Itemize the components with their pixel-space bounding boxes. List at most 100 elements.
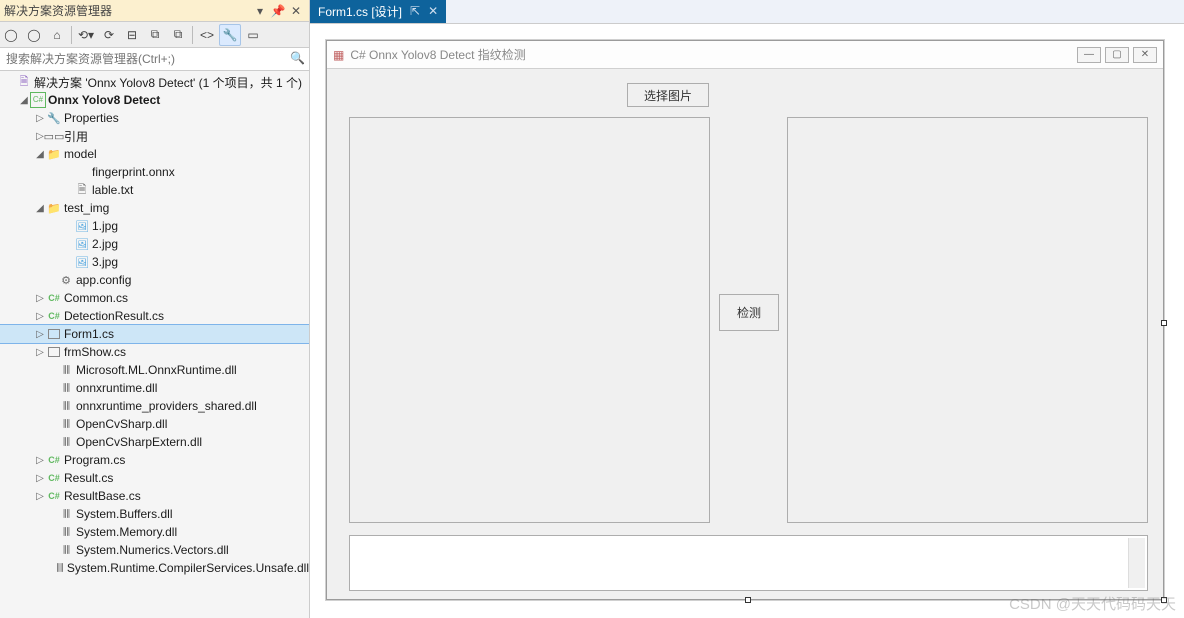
chevron-right-icon[interactable]: ▷ — [34, 311, 46, 322]
separator — [192, 26, 193, 44]
folder-icon: 📁 — [46, 200, 62, 216]
minimize-button[interactable]: — — [1077, 47, 1101, 63]
chevron-down-icon[interactable]: ◢ — [18, 95, 30, 106]
dll-icon: ∥∥ — [58, 398, 74, 414]
maximize-button[interactable]: ▢ — [1105, 47, 1129, 63]
chevron-right-icon[interactable]: ▷ — [34, 347, 46, 358]
file-node[interactable]: ▷C#Program.cs — [0, 451, 309, 469]
file-node[interactable]: ∥∥Microsoft.ML.OnnxRuntime.dll — [0, 361, 309, 379]
folder-icon: 📁 — [46, 146, 62, 162]
home-icon[interactable]: ⌂ — [46, 24, 68, 46]
chevron-right-icon[interactable]: ▷ — [34, 329, 46, 340]
winform-canvas[interactable]: ▦ C# Onnx Yolov8 Detect 指纹检测 — ▢ ✕ 选择图片 … — [326, 40, 1164, 600]
showall-icon[interactable]: ⧉ — [144, 24, 166, 46]
pin-icon[interactable]: ⇱ — [410, 4, 420, 18]
file-node[interactable]: 🗎lable.txt — [0, 181, 309, 199]
chevron-right-icon[interactable]: ▷ — [34, 113, 46, 124]
sync-icon[interactable]: ⟲▾ — [75, 24, 97, 46]
resize-handle-bottom[interactable] — [745, 597, 751, 603]
config-icon: ⚙ — [58, 272, 74, 288]
file-node[interactable]: ⚙app.config — [0, 271, 309, 289]
forward-icon[interactable]: ◯ — [23, 24, 45, 46]
form-body: 选择图片 检测 — [327, 69, 1163, 599]
file-node[interactable]: ▷C#Common.cs — [0, 289, 309, 307]
resize-handle-corner[interactable] — [1161, 597, 1167, 603]
code-icon[interactable]: <> — [196, 24, 218, 46]
file-node[interactable]: ∥∥System.Runtime.CompilerServices.Unsafe… — [0, 559, 309, 577]
chevron-down-icon[interactable]: ◢ — [34, 149, 46, 160]
image-icon: 🖼 — [74, 236, 90, 252]
tab-form1-design[interactable]: Form1.cs [设计] ⇱ ✕ — [310, 0, 446, 23]
properties-node[interactable]: ▷🔧Properties — [0, 109, 309, 127]
app-icon: ▦ — [333, 48, 344, 62]
panel-dropdown-icon[interactable]: ▾ — [251, 2, 269, 20]
dll-icon: ∥∥ — [58, 416, 74, 432]
file-node[interactable]: ▷C#Result.cs — [0, 469, 309, 487]
picturebox-left[interactable] — [349, 117, 710, 523]
preview-icon[interactable]: ⧉ — [167, 24, 189, 46]
dll-icon: ∥∥ — [54, 560, 65, 576]
file-node[interactable]: 🖼1.jpg — [0, 217, 309, 235]
file-node[interactable]: ∥∥onnxruntime.dll — [0, 379, 309, 397]
file-node[interactable]: 🖼3.jpg — [0, 253, 309, 271]
picturebox-right[interactable] — [787, 117, 1148, 523]
image-icon: 🖼 — [74, 254, 90, 270]
file-node[interactable]: ∥∥System.Memory.dll — [0, 523, 309, 541]
dll-icon: ∥∥ — [58, 362, 74, 378]
detect-button[interactable]: 检测 — [719, 294, 779, 331]
view-icon[interactable]: ▭ — [242, 24, 264, 46]
document-tabstrip: Form1.cs [设计] ⇱ ✕ — [310, 0, 1184, 24]
file-node[interactable]: ∥∥System.Numerics.Vectors.dll — [0, 541, 309, 559]
cs-icon: C# — [46, 470, 62, 486]
file-node[interactable]: ▷frmShow.cs — [0, 343, 309, 361]
separator — [71, 26, 72, 44]
output-textbox[interactable] — [349, 535, 1148, 591]
form-icon — [46, 326, 62, 342]
properties-icon[interactable]: 🔧 — [219, 24, 241, 46]
file-node[interactable]: 🖼2.jpg — [0, 235, 309, 253]
file-node[interactable]: ∥∥System.Buffers.dll — [0, 505, 309, 523]
search-input[interactable] — [0, 48, 309, 70]
chevron-right-icon[interactable]: ▷ — [34, 491, 46, 502]
close-icon[interactable]: ✕ — [428, 4, 438, 18]
solution-explorer: 解决方案资源管理器 ▾ 📌 ✕ ◯ ◯ ⌂ ⟲▾ ⟳ ⊟ ⧉ ⧉ <> 🔧 ▭ … — [0, 0, 310, 618]
file-node[interactable]: ▷C#ResultBase.cs — [0, 487, 309, 505]
search-icon[interactable]: 🔍 — [290, 51, 305, 65]
design-surface[interactable]: ▦ C# Onnx Yolov8 Detect 指纹检测 — ▢ ✕ 选择图片 … — [310, 24, 1184, 618]
cs-icon: C# — [46, 452, 62, 468]
resize-handle-right[interactable] — [1161, 320, 1167, 326]
panel-titlebar: 解决方案资源管理器 ▾ 📌 ✕ — [0, 0, 309, 22]
chevron-down-icon[interactable]: ◢ — [34, 203, 46, 214]
close-icon[interactable]: ✕ — [287, 2, 305, 20]
solution-node[interactable]: 🗎解决方案 'Onnx Yolov8 Detect' (1 个项目，共 1 个) — [0, 73, 309, 91]
text-file-icon: 🗎 — [74, 182, 90, 198]
file-node[interactable]: fingerprint.onnx — [0, 163, 309, 181]
close-button[interactable]: ✕ — [1133, 47, 1157, 63]
file-form1-node[interactable]: ▷Form1.cs — [0, 325, 309, 343]
folder-model-node[interactable]: ◢📁model — [0, 145, 309, 163]
project-node[interactable]: ◢C#Onnx Yolov8 Detect — [0, 91, 309, 109]
cs-icon: C# — [46, 488, 62, 504]
form-icon — [46, 344, 62, 360]
tab-label: Form1.cs [设计] — [318, 3, 402, 20]
collapse-icon[interactable]: ⊟ — [121, 24, 143, 46]
refresh-icon[interactable]: ⟳ — [98, 24, 120, 46]
solution-toolbar: ◯ ◯ ⌂ ⟲▾ ⟳ ⊟ ⧉ ⧉ <> 🔧 ▭ — [0, 22, 309, 48]
chevron-right-icon[interactable]: ▷ — [34, 455, 46, 466]
file-node[interactable]: ∥∥OpenCvSharpExtern.dll — [0, 433, 309, 451]
back-icon[interactable]: ◯ — [0, 24, 22, 46]
cs-icon: C# — [46, 308, 62, 324]
folder-testimg-node[interactable]: ◢📁test_img — [0, 199, 309, 217]
dll-icon: ∥∥ — [58, 380, 74, 396]
references-node[interactable]: ▷▭▭引用 — [0, 127, 309, 145]
wrench-icon: 🔧 — [46, 110, 62, 126]
chevron-right-icon[interactable]: ▷ — [34, 293, 46, 304]
chevron-right-icon[interactable]: ▷ — [34, 473, 46, 484]
file-node[interactable]: ∥∥OpenCvSharp.dll — [0, 415, 309, 433]
editor-area: Form1.cs [设计] ⇱ ✕ ▦ C# Onnx Yolov8 Detec… — [310, 0, 1184, 618]
panel-title: 解决方案资源管理器 — [4, 2, 251, 19]
file-node[interactable]: ∥∥onnxruntime_providers_shared.dll — [0, 397, 309, 415]
pin-icon[interactable]: 📌 — [269, 2, 287, 20]
file-node[interactable]: ▷C#DetectionResult.cs — [0, 307, 309, 325]
select-image-button[interactable]: 选择图片 — [627, 83, 709, 107]
